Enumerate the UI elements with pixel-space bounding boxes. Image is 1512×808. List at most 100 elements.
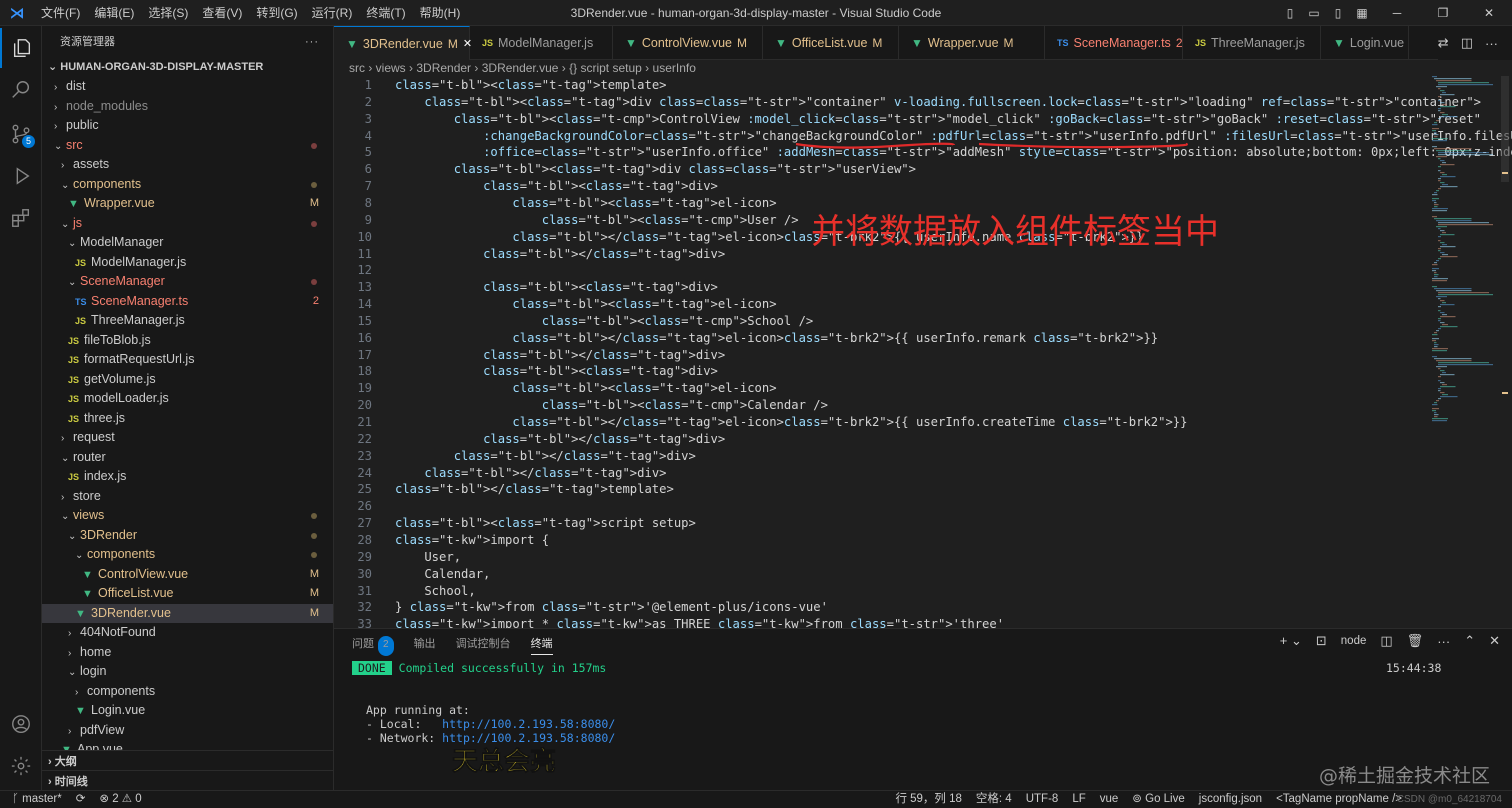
menu-item[interactable]: 运行(R): [305, 0, 360, 26]
vertical-scrollbar[interactable]: [1498, 76, 1512, 628]
timeline-section[interactable]: › 时间线: [42, 770, 333, 790]
tab-modelmanager-js[interactable]: JS ModelManager.js: [470, 26, 613, 60]
indentation[interactable]: 空格: 4: [976, 791, 1012, 808]
run-debug-icon[interactable]: [0, 156, 42, 196]
tree-file[interactable]: ▼ Wrapper.vue M: [42, 194, 333, 214]
toggle-primary-sidebar-icon[interactable]: ▯: [1278, 6, 1302, 20]
menu-item[interactable]: 帮助(H): [413, 0, 468, 26]
tab-threemanager-js[interactable]: JS ThreeManager.js: [1183, 26, 1321, 60]
tree-file[interactable]: ▼ Login.vue: [42, 701, 333, 721]
menu-item[interactable]: 终端(T): [359, 0, 412, 26]
search-icon[interactable]: [0, 70, 42, 110]
tree-folder[interactable]: ⌄ SceneManager: [42, 272, 333, 292]
tree-folder[interactable]: ⌄ components: [42, 545, 333, 565]
maximize-panel-icon[interactable]: ⌃: [1464, 633, 1475, 649]
cursor-position[interactable]: 行 59，列 18: [895, 791, 961, 808]
terminal-shell-label[interactable]: node: [1341, 635, 1367, 647]
tag-name-indicator[interactable]: <TagName propName />: [1276, 791, 1402, 808]
close-window-button[interactable]: ✕: [1466, 6, 1512, 20]
menu-item[interactable]: 编辑(E): [87, 0, 141, 26]
tree-folder[interactable]: › public: [42, 116, 333, 136]
tree-folder[interactable]: ⌄ components: [42, 175, 333, 195]
tab-terminal[interactable]: 终端: [530, 635, 553, 655]
more-actions-icon[interactable]: ···: [1485, 36, 1498, 51]
tree-folder[interactable]: ⌄ router: [42, 448, 333, 468]
tree-folder[interactable]: ⌄ src: [42, 136, 333, 156]
code-editor[interactable]: 1 class="t-bl"><class="t-tag">template> 2 …: [334, 76, 1512, 628]
problems-indicator[interactable]: ⊗ 2 ⚠ 0: [99, 791, 141, 808]
tab-wrapper-vue[interactable]: ▼ Wrapper.vue M: [899, 26, 1045, 60]
tree-folder[interactable]: › node_modules: [42, 97, 333, 117]
breadcrumb-item[interactable]: views: [376, 61, 406, 75]
local-url-link[interactable]: http://100.2.193.58:8080/: [442, 717, 615, 731]
tab-login-vue[interactable]: ▼ Login.vue: [1321, 26, 1409, 60]
extensions-icon[interactable]: [0, 198, 42, 238]
new-terminal-icon[interactable]: + ⌄: [1280, 633, 1302, 649]
explorer-icon[interactable]: [0, 28, 42, 68]
tree-folder[interactable]: › request: [42, 428, 333, 448]
split-editor-icon[interactable]: ◫: [1461, 35, 1473, 51]
close-panel-icon[interactable]: ✕: [1489, 633, 1500, 649]
tree-folder[interactable]: › store: [42, 487, 333, 507]
tab-scenemanager-ts[interactable]: TS SceneManager.ts 2: [1045, 26, 1183, 60]
tree-file[interactable]: ▼ 3DRender.vue M: [42, 603, 333, 623]
tree-file[interactable]: TS SceneManager.ts 2: [42, 292, 333, 312]
encoding[interactable]: UTF-8: [1026, 791, 1059, 808]
jsconfig-indicator[interactable]: jsconfig.json: [1199, 791, 1262, 808]
breadcrumb-item[interactable]: {} script setup: [569, 61, 642, 75]
menu-item[interactable]: 查看(V): [195, 0, 249, 26]
menu-item[interactable]: 文件(F): [34, 0, 87, 26]
tree-file[interactable]: ▼ ControlView.vue M: [42, 565, 333, 585]
tree-file[interactable]: JS fileToBlob.js: [42, 331, 333, 351]
tree-folder[interactable]: ⌄ login: [42, 662, 333, 682]
tree-folder[interactable]: › 404NotFound: [42, 623, 333, 643]
tree-folder[interactable]: › assets: [42, 155, 333, 175]
go-live-button[interactable]: ⊚ Go Live: [1132, 791, 1184, 808]
restore-button[interactable]: ❐: [1420, 6, 1466, 20]
split-terminal-icon[interactable]: ◫: [1380, 633, 1392, 649]
tree-file[interactable]: JS modelLoader.js: [42, 389, 333, 409]
outline-section[interactable]: › 大纲: [42, 750, 333, 772]
sync-icon[interactable]: ⟳: [76, 791, 86, 808]
tree-folder[interactable]: › home: [42, 643, 333, 663]
minimize-button[interactable]: ─: [1374, 6, 1420, 20]
branch-indicator[interactable]: ᚴ master*: [12, 791, 62, 808]
tab-officelist-vue[interactable]: ▼ OfficeList.vue M: [763, 26, 899, 60]
kill-terminal-icon[interactable]: 🗑: [1407, 633, 1424, 649]
more-actions-icon[interactable]: ···: [305, 26, 319, 58]
workspace-root[interactable]: ⌄ HUMAN-ORGAN-3D-DISPLAY-MASTER: [42, 58, 333, 77]
manage-gear-icon[interactable]: [0, 746, 42, 786]
breadcrumb-item[interactable]: src: [349, 61, 365, 75]
tab-3drender-vue[interactable]: ▼ 3DRender.vue M ✕: [334, 26, 472, 60]
minimap[interactable]: [1428, 76, 1504, 628]
tree-file[interactable]: JS formatRequestUrl.js: [42, 350, 333, 370]
customize-layout-icon[interactable]: ▦: [1350, 6, 1374, 20]
tree-file[interactable]: ▼ OfficeList.vue M: [42, 584, 333, 604]
tree-file[interactable]: JS ModelManager.js: [42, 253, 333, 273]
tree-file[interactable]: JS getVolume.js: [42, 370, 333, 390]
breadcrumb-item[interactable]: userInfo: [653, 61, 696, 75]
language-mode[interactable]: vue: [1100, 791, 1119, 808]
breadcrumb-item[interactable]: 3DRender: [416, 61, 471, 75]
tab-controlview-vue[interactable]: ▼ ControlView.vue M: [613, 26, 763, 60]
tab-output[interactable]: 输出: [414, 635, 436, 655]
tree-file[interactable]: JS index.js: [42, 467, 333, 487]
tab-debug-console[interactable]: 调试控制台: [456, 635, 511, 655]
tree-folder[interactable]: ⌄ 3DRender: [42, 526, 333, 546]
tab-problems[interactable]: 问题 2: [352, 635, 394, 656]
tree-folder[interactable]: › components: [42, 682, 333, 702]
accounts-icon[interactable]: [0, 704, 42, 744]
tree-file[interactable]: JS three.js: [42, 409, 333, 429]
tree-folder[interactable]: ⌄ views: [42, 506, 333, 526]
toggle-secondary-sidebar-icon[interactable]: ▯: [1326, 6, 1350, 20]
tree-folder[interactable]: › dist: [42, 77, 333, 97]
tree-folder[interactable]: › pdfView: [42, 721, 333, 741]
tree-folder[interactable]: ⌄ ModelManager: [42, 233, 333, 253]
tree-folder[interactable]: ⌄ js: [42, 214, 333, 234]
line-ending[interactable]: LF: [1072, 791, 1085, 808]
breadcrumb-item[interactable]: 3DRender.vue: [482, 61, 559, 75]
more-actions-icon[interactable]: ···: [1437, 634, 1450, 649]
compare-icon[interactable]: ⇄: [1438, 35, 1449, 51]
menu-item[interactable]: 转到(G): [249, 0, 304, 26]
tree-file[interactable]: JS ThreeManager.js: [42, 311, 333, 331]
